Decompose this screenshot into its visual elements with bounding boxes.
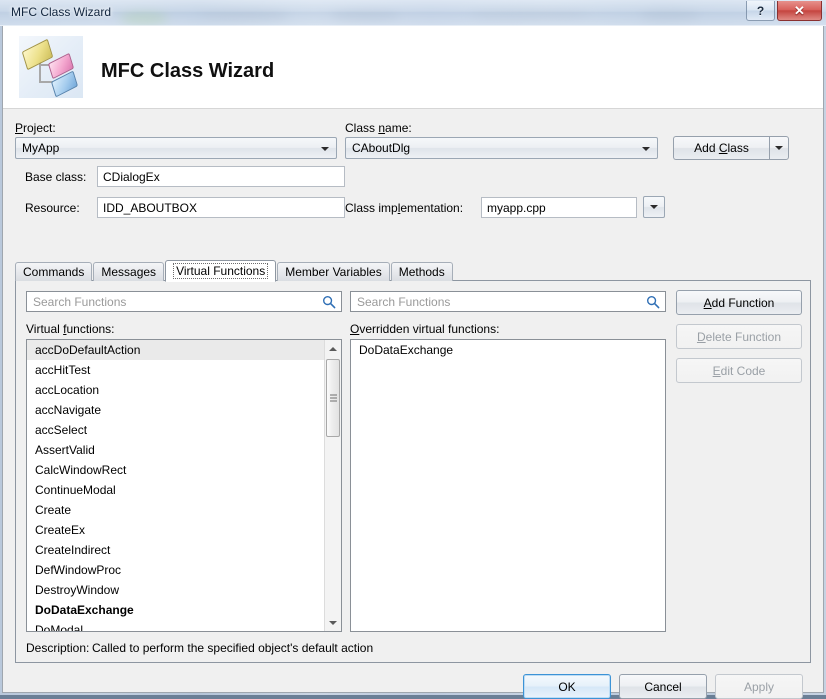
search-icon[interactable] xyxy=(322,295,336,309)
list-item[interactable]: CalcWindowRect xyxy=(27,460,324,480)
mfc-class-wizard-icon xyxy=(19,36,83,98)
class-name-label: Class name: xyxy=(345,121,412,135)
list-item[interactable]: CreateEx xyxy=(27,520,324,540)
tab-member-variables[interactable]: Member Variables xyxy=(277,262,390,281)
list-item[interactable]: Create xyxy=(27,500,324,520)
scrollbar-grip-icon xyxy=(330,393,337,404)
ok-button[interactable]: OK xyxy=(523,674,611,699)
edit-code-button: Edit Code xyxy=(676,358,802,383)
class-implementation-dropdown-button[interactable] xyxy=(643,196,665,218)
tab-label: Messages xyxy=(101,265,157,279)
description-label: Description: xyxy=(26,641,90,655)
list-item[interactable]: DoModal xyxy=(27,620,324,631)
class-name-combo-value: CAboutDlg xyxy=(352,141,411,155)
delete-function-button: Delete Function xyxy=(676,324,802,349)
mfc-class-wizard-window: MFC Class Wizard ? ✕ MFC Class Wizard Pr… xyxy=(0,0,826,699)
close-button[interactable]: ✕ xyxy=(777,1,822,21)
virtual-functions-search-input[interactable]: Search Functions xyxy=(26,291,342,312)
add-class-dropdown-button[interactable] xyxy=(769,136,789,160)
add-function-label: Add Function xyxy=(703,295,775,310)
scrollbar-thumb[interactable] xyxy=(326,359,340,437)
project-label-rest: roject: xyxy=(23,121,56,135)
delete-function-label: Delete Function xyxy=(696,329,782,344)
tab-messages[interactable]: Messages xyxy=(93,262,165,281)
page-title: MFC Class Wizard xyxy=(101,60,275,82)
tab-label: Member Variables xyxy=(285,265,382,279)
base-class-field[interactable]: CDialogEx xyxy=(97,166,345,187)
chevron-down-icon xyxy=(642,147,650,151)
list-item[interactable]: accNavigate xyxy=(27,400,324,420)
description-text: Called to perform the specified object's… xyxy=(92,641,374,655)
overridden-functions-list-items: DoDataExchange xyxy=(351,340,665,360)
virtual-functions-list-label: Virtual functions: xyxy=(26,322,115,336)
list-item[interactable]: accLocation xyxy=(27,380,324,400)
base-class-label: Base class: xyxy=(25,170,86,184)
search-icon[interactable] xyxy=(646,295,660,309)
dialog-client-area: MFC Class Wizard Project: MyApp Class na… xyxy=(2,26,824,699)
resource-value: IDD_ABOUTBOX xyxy=(103,201,198,215)
base-class-value: CDialogEx xyxy=(103,170,160,184)
resource-label: Resource: xyxy=(25,201,80,215)
tab-methods[interactable]: Methods xyxy=(390,262,453,281)
list-item[interactable]: DoDataExchange xyxy=(351,340,665,360)
virtual-functions-scrollbar[interactable] xyxy=(324,340,341,631)
search-placeholder: Search Functions xyxy=(357,295,451,309)
project-label: Project: xyxy=(15,121,56,135)
tab-label: Virtual Functions xyxy=(173,263,269,279)
base-class-label-text: Base class: xyxy=(25,170,87,184)
ok-label: OK xyxy=(558,679,576,694)
tab-virtual-functions[interactable]: Virtual Functions xyxy=(165,260,277,282)
resource-field[interactable]: IDD_ABOUTBOX xyxy=(97,197,345,218)
help-button[interactable]: ? xyxy=(746,1,775,21)
tab-commands[interactable]: Commands xyxy=(15,262,93,281)
list-item[interactable]: DefWindowProc xyxy=(27,560,324,580)
list-item[interactable]: CreateIndirect xyxy=(27,540,324,560)
dialog-header: MFC Class Wizard xyxy=(3,26,823,109)
overridden-functions-list-label: Overridden virtual functions: xyxy=(350,322,500,336)
list-item[interactable]: accDoDefaultAction xyxy=(27,340,324,360)
overridden-functions-search-input[interactable]: Search Functions xyxy=(350,291,666,312)
cancel-label: Cancel xyxy=(644,679,682,694)
tab-label: Methods xyxy=(398,265,445,279)
class-implementation-label: Class implementation: xyxy=(345,201,464,215)
list-item[interactable]: DoDataExchange xyxy=(27,600,324,620)
chevron-down-icon xyxy=(321,147,329,151)
virtual-functions-list[interactable]: accDoDefaultAction accHitTest accLocation a… xyxy=(26,339,342,632)
class-implementation-value: myapp.cpp xyxy=(487,201,546,215)
chevron-down-icon xyxy=(650,205,658,209)
overridden-functions-list[interactable]: DoDataExchange xyxy=(350,339,666,632)
add-class-button[interactable]: Add Class xyxy=(673,136,769,160)
list-item[interactable]: AssertValid xyxy=(27,440,324,460)
resource-label-text: Resource: xyxy=(25,201,80,215)
list-item[interactable]: accHitTest xyxy=(27,360,324,380)
title-bar[interactable]: MFC Class Wizard ? ✕ xyxy=(0,0,826,26)
class-name-combo[interactable]: CAboutDlg xyxy=(345,137,658,159)
scroll-up-icon[interactable] xyxy=(325,340,341,357)
tab-strip: Commands Messages Virtual Functions Member … xyxy=(15,260,454,282)
list-item[interactable]: DestroyWindow xyxy=(27,580,324,600)
add-class-label: Add Class xyxy=(694,141,749,155)
list-item[interactable]: accSelect xyxy=(27,420,324,440)
class-implementation-field[interactable]: myapp.cpp xyxy=(481,197,637,218)
virtual-functions-panel: Search Functions Search Functions Virtua… xyxy=(15,280,811,663)
apply-label: Apply xyxy=(743,679,775,694)
edit-code-label: Edit Code xyxy=(712,363,766,378)
virtual-functions-list-items: accDoDefaultAction accHitTest accLocation a… xyxy=(27,340,324,631)
list-item[interactable]: ContinueModal xyxy=(27,480,324,500)
add-function-button[interactable]: Add Function xyxy=(676,290,802,315)
tab-label: Commands xyxy=(23,265,85,279)
window-title: MFC Class Wizard xyxy=(11,5,112,19)
project-combo[interactable]: MyApp xyxy=(15,137,337,159)
scroll-down-icon[interactable] xyxy=(325,614,341,631)
cancel-button[interactable]: Cancel xyxy=(619,674,707,699)
caption-buttons: ? ✕ xyxy=(746,1,822,21)
chevron-down-icon xyxy=(775,146,783,150)
project-combo-value: MyApp xyxy=(22,141,60,155)
search-placeholder: Search Functions xyxy=(33,295,127,309)
apply-button: Apply xyxy=(715,674,803,699)
